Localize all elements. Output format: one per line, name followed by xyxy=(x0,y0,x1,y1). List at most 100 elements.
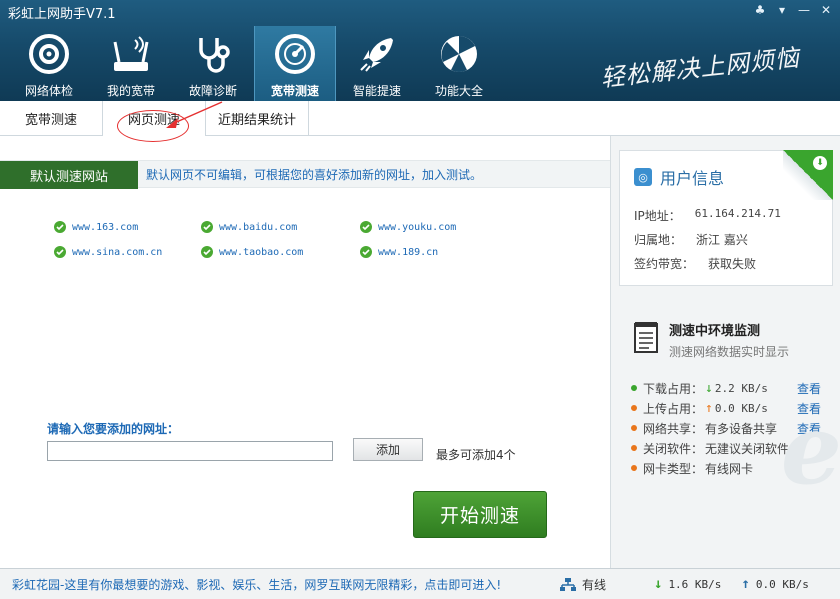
nav-label: 故障诊断 xyxy=(188,84,237,98)
env-key: 网卡类型： xyxy=(643,461,704,476)
check-icon xyxy=(54,246,66,258)
status-download-speed: 1.6 KB/s xyxy=(668,577,722,591)
status-speed: ↓ 1.6 KB/s ↑ 0.0 KB/s xyxy=(654,576,809,592)
check-icon xyxy=(360,221,372,233)
minimize-icon[interactable]: — xyxy=(794,2,814,18)
env-key: 关闭软件： xyxy=(643,441,704,456)
status-upload-speed: 0.0 KB/s xyxy=(755,577,809,591)
section-description: 默认网页不可编辑，可根据您的喜好添加新的网址，加入测试。 xyxy=(146,168,483,182)
window-controls: ♣ ▾ — ✕ xyxy=(750,2,836,18)
apps-icon xyxy=(441,36,477,72)
env-value: 有多设备共享 xyxy=(705,421,778,436)
target-icon xyxy=(29,34,69,74)
list-item: www.189.cn xyxy=(360,246,438,258)
ie-watermark-icon: e xyxy=(780,393,840,506)
menu-icon[interactable]: ▾ xyxy=(772,2,792,18)
nav-item-my-broadband[interactable]: 我的宽带 xyxy=(90,26,172,101)
user-info-key: 签约带宽： xyxy=(634,257,695,271)
env-value: ↓ 2.2 KB/s xyxy=(705,381,768,396)
env-value: 有线网卡 xyxy=(705,461,754,476)
nav-label: 功能大全 xyxy=(434,84,483,98)
start-test-button[interactable]: 开始测速 xyxy=(413,491,547,538)
speedometer-icon xyxy=(275,34,315,74)
status-network: 有线 xyxy=(560,576,606,593)
close-icon[interactable]: ✕ xyxy=(816,2,836,18)
status-promo-link[interactable]: 彩虹花园-这里有你最想要的游戏、影视、娱乐、生活，网罗互联网无限精彩，点击即可进… xyxy=(12,576,501,593)
env-value: 无建议关闭软件 xyxy=(705,441,790,456)
download-icon[interactable]: ⬇ xyxy=(813,156,827,170)
list-item: www.163.com xyxy=(54,221,138,233)
bullet-icon xyxy=(631,465,637,471)
arrow-up-icon: ↑ xyxy=(741,576,750,592)
site-url: www.189.cn xyxy=(378,246,439,258)
site-url: www.youku.com xyxy=(378,221,457,233)
nav-item-all-features[interactable]: 功能大全 xyxy=(418,26,500,101)
user-info-value: 61.164.214.71 xyxy=(694,207,781,220)
list-item: www.youku.com xyxy=(360,221,456,233)
corner-fold: ⬇ xyxy=(783,150,833,200)
list-item: www.sina.com.cn xyxy=(54,246,162,258)
list-item: www.taobao.com xyxy=(201,246,303,258)
env-title: 测速中环境监测 xyxy=(669,324,761,339)
annotation-arrow-icon xyxy=(166,101,223,128)
env-key: 下载占用： xyxy=(643,381,704,396)
url-label: 请输入您要添加的网址： xyxy=(47,422,180,436)
nav-item-network-check[interactable]: 网络体检 xyxy=(8,26,90,101)
site-url: www.sina.com.cn xyxy=(72,246,163,258)
site-url: www.baidu.com xyxy=(219,221,298,233)
env-value-text: 0.0 KB/s xyxy=(714,401,768,415)
user-info-value: 获取失败 xyxy=(708,257,757,271)
rocket-icon xyxy=(360,38,393,72)
skin-icon[interactable]: ♣ xyxy=(750,2,770,18)
nav-item-smart-boost[interactable]: 智能提速 xyxy=(336,26,418,101)
env-header: 测速中环境监测 测速网络数据实时显示 xyxy=(633,320,789,360)
nav-label: 智能提速 xyxy=(352,84,401,98)
user-info-row: 签约带宽： 获取失败 xyxy=(634,255,756,272)
section-tag: 默认测速网站 xyxy=(0,161,138,189)
notepad-icon xyxy=(634,322,658,353)
site-url: www.taobao.com xyxy=(219,246,304,258)
network-type: 有线 xyxy=(582,578,607,592)
user-info-icon: ◎ xyxy=(634,168,652,186)
top-bar: 彩虹上网助手V7.1 ♣ ▾ — ✕ 网络体检 我的宽带 故障诊断 宽带测速 智… xyxy=(0,0,840,101)
bullet-icon xyxy=(631,425,637,431)
env-key: 上传占用： xyxy=(643,401,704,416)
main-nav: 网络体检 我的宽带 故障诊断 宽带测速 智能提速 功能大全 xyxy=(8,26,500,101)
user-info-header: ◎ 用户信息 xyxy=(634,165,724,189)
user-info-key: IP地址： xyxy=(634,209,681,223)
bullet-icon xyxy=(631,405,637,411)
env-value-text: 2.2 KB/s xyxy=(714,381,768,395)
tab-broadband-speed[interactable]: 宽带测速 xyxy=(0,101,103,136)
check-icon xyxy=(201,221,213,233)
nav-label: 网络体检 xyxy=(24,84,73,98)
check-icon xyxy=(360,246,372,258)
add-hint: 最多可添加4个 xyxy=(436,448,516,462)
arrow-up-icon: ↑ xyxy=(705,400,713,416)
router-icon xyxy=(113,36,149,71)
bullet-icon xyxy=(631,445,637,451)
user-info-key: 归属地： xyxy=(634,233,683,247)
stethoscope-icon xyxy=(199,38,230,73)
env-value: ↑ 0.0 KB/s xyxy=(705,401,768,416)
arrow-down-icon: ↓ xyxy=(654,576,663,592)
list-item: www.baidu.com xyxy=(201,221,297,233)
slogan: 轻松解决上网烦恼 xyxy=(599,43,802,93)
main-panel: 默认测速网站 默认网页不可编辑，可根据您的喜好添加新的网址，加入测试。 www.… xyxy=(0,136,610,568)
env-key: 网络共享： xyxy=(643,421,704,436)
add-button[interactable]: 添加 xyxy=(353,438,423,461)
section-header: 默认测速网站 默认网页不可编辑，可根据您的喜好添加新的网址，加入测试。 xyxy=(0,160,610,189)
site-url: www.163.com xyxy=(72,221,139,233)
network-icon xyxy=(560,577,576,591)
check-icon xyxy=(201,246,213,258)
user-info-card: ◎ 用户信息 IP地址： 61.164.214.71 归属地： 浙江 嘉兴 签约… xyxy=(619,150,833,286)
arrow-down-icon: ↓ xyxy=(705,380,713,396)
url-input[interactable] xyxy=(47,441,333,461)
nav-label: 宽带测速 xyxy=(270,84,319,98)
user-info-title: 用户信息 xyxy=(660,169,725,188)
check-icon xyxy=(54,221,66,233)
env-subtitle: 测速网络数据实时显示 xyxy=(669,345,790,359)
nav-item-broadband-speed[interactable]: 宽带测速 xyxy=(254,26,336,101)
bullet-icon xyxy=(631,385,637,391)
nav-item-diagnosis[interactable]: 故障诊断 xyxy=(172,26,254,101)
nav-label: 我的宽带 xyxy=(106,84,155,98)
